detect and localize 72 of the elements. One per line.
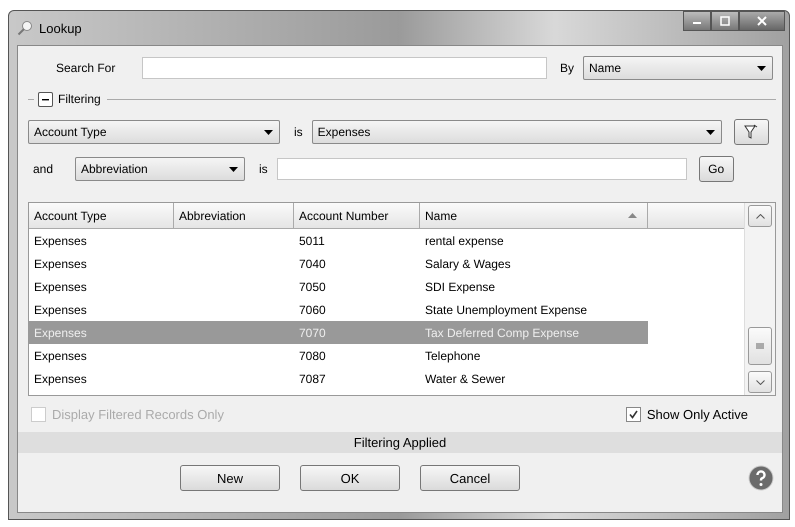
table-cell: Expenses	[34, 256, 87, 270]
table-row[interactable]: Expenses 7080 Telephone	[29, 344, 648, 367]
table-cell: 7060	[299, 302, 326, 316]
dialog-button[interactable]: New	[180, 465, 280, 491]
table-cell: Expenses	[34, 302, 87, 316]
magnifier-icon	[17, 20, 33, 36]
close-button[interactable]	[739, 11, 785, 31]
dropdown[interactable]: Expenses	[312, 120, 722, 144]
checkmark-icon	[628, 410, 638, 418]
sort-arrow-icon	[628, 213, 637, 218]
column-header[interactable]: Abbreviation	[174, 203, 294, 228]
table-cell: SDI Expense	[425, 280, 496, 294]
table-cell: Expenses	[34, 348, 87, 362]
table-cell: 7070	[299, 326, 326, 340]
maximize-button[interactable]	[711, 11, 739, 31]
column-header[interactable]: Account Type	[29, 203, 174, 228]
table-cell: State Unemployment Expense	[425, 302, 588, 316]
caret-icon	[229, 166, 238, 172]
caret-icon	[264, 130, 273, 134]
go-button[interactable]: Go	[698, 156, 734, 182]
collapse-button[interactable]	[38, 92, 53, 106]
table-row[interactable]: Expenses 7087 Water & Sewer	[29, 367, 648, 390]
operator-label: is	[294, 125, 303, 139]
table-row[interactable]: Expenses 7040 Salary & Wages	[29, 252, 648, 275]
close-icon	[756, 16, 768, 26]
caret-icon	[757, 66, 766, 70]
table-cell: Expenses	[34, 234, 87, 248]
scroll-down-button[interactable]	[748, 371, 772, 393]
table-row[interactable]: Expenses 7060 State Unemployment Expense	[29, 298, 648, 321]
table-row[interactable]: Expenses 5011 rental expense	[29, 229, 648, 252]
dropdown[interactable]: Name	[583, 56, 774, 80]
table-cell: Expenses	[34, 280, 87, 294]
table-cell: Telephone	[425, 348, 480, 362]
dialog-button[interactable]: OK	[300, 465, 400, 491]
minimize-button[interactable]	[683, 11, 711, 31]
dropdown[interactable]: Abbreviation	[75, 157, 245, 181]
by-label: By	[560, 61, 574, 75]
dropdown[interactable]: Account Type	[28, 120, 280, 144]
filter-button[interactable]	[734, 119, 769, 145]
window-title: Lookup	[39, 20, 83, 36]
table-cell: Expenses	[34, 372, 87, 386]
grip-icon	[756, 343, 764, 349]
status-bar: Filtering Applied	[18, 432, 782, 453]
column-header[interactable]: Name	[420, 203, 648, 228]
operator-label: is	[259, 162, 268, 176]
table-cell: rental expense	[425, 234, 504, 248]
table-cell: Tax Deferred Comp Expense	[425, 326, 580, 340]
table-cell: Salary & Wages	[425, 256, 511, 270]
dialog-button[interactable]: Cancel	[420, 465, 520, 491]
table-cell: 7040	[299, 256, 326, 270]
search-field[interactable]	[142, 57, 547, 79]
checkbox-label: Show Only Active	[646, 406, 748, 422]
column-header[interactable]: Account Number	[294, 203, 420, 228]
checkbox-label: Display Filtered Records Only	[52, 406, 224, 422]
value-field[interactable]	[276, 158, 687, 180]
checkbox[interactable]	[626, 406, 641, 422]
table-row[interactable]: Expenses 7050 SDI Expense	[29, 275, 648, 298]
group-label: Filtering	[58, 92, 101, 106]
table-cell: 7087	[299, 372, 326, 386]
help-icon[interactable]	[748, 465, 774, 491]
maximize-icon	[720, 16, 730, 26]
table-cell: 7050	[299, 280, 326, 294]
search-label: Search For	[56, 61, 116, 75]
funnel-icon	[744, 124, 758, 140]
scroll-thumb[interactable]	[748, 327, 772, 365]
conjunction-label: and	[33, 162, 54, 176]
table-cell: 7080	[299, 348, 326, 362]
table-cell: Expenses	[34, 326, 87, 340]
scroll-up-button[interactable]	[748, 205, 772, 227]
table-cell: 5011	[299, 234, 325, 248]
table-cell: Water & Sewer	[425, 372, 506, 386]
caret-icon	[706, 130, 715, 134]
